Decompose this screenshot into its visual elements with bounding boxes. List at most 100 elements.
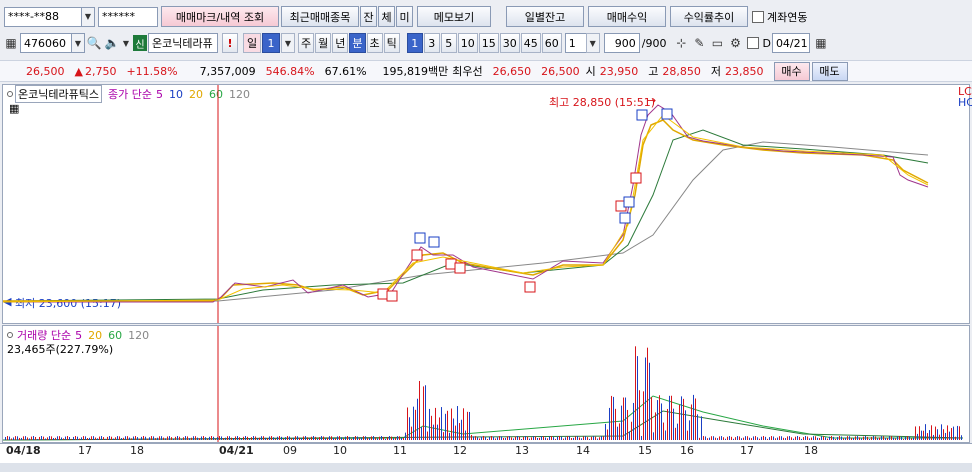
volume-bar	[719, 436, 720, 440]
volume-bar	[357, 436, 358, 440]
sell-button[interactable]: 매도	[811, 61, 848, 81]
interval-1-button[interactable]: 1	[406, 33, 423, 53]
date-label: 16	[680, 444, 694, 457]
interval-3-button[interactable]: 3	[423, 33, 440, 53]
stock-code-field[interactable]: 476060	[20, 33, 72, 53]
interval-10-button[interactable]: 10	[457, 33, 478, 53]
account-dropdown-icon[interactable]: ▼	[81, 6, 95, 27]
period-minute-button[interactable]: 분	[349, 33, 366, 53]
volume-bar	[913, 437, 914, 440]
volume-bar	[597, 438, 598, 440]
executed-button[interactable]: 체	[378, 6, 395, 27]
volume-bar	[577, 436, 578, 440]
volume-bar	[315, 436, 316, 440]
speaker-icon[interactable]: 🔈	[103, 33, 121, 53]
period-day-button[interactable]: 일	[243, 33, 261, 53]
trade-mark-button[interactable]: 매매마크/내역 조회	[161, 6, 279, 27]
volume-bar	[885, 437, 886, 440]
date-label: 12	[453, 444, 467, 457]
search-icon[interactable]: 🔍	[85, 33, 103, 53]
volume-bar	[811, 437, 812, 440]
volume-bar	[475, 436, 476, 440]
volume-bar	[341, 437, 342, 440]
toolbar-row-2: ▦ 476060 ▼ 🔍 🔈 ▼ 신 온코닉테라퓨 ! 일 1 ▼ 주 월 년 …	[4, 33, 972, 53]
volume-bar	[261, 436, 262, 440]
recent-stocks-button[interactable]: 최근매매종목	[281, 6, 359, 27]
grid-icon[interactable]: ▦	[4, 33, 18, 53]
draw-tool-icon[interactable]: ✎	[690, 33, 708, 53]
vol-ma-line	[3, 395, 963, 441]
window-icon[interactable]: ▭	[708, 33, 726, 53]
interval-45-button[interactable]: 45	[520, 33, 541, 53]
volume-bar	[187, 436, 188, 440]
unexecuted-button[interactable]: 미	[396, 6, 413, 27]
interval-5-button[interactable]: 5	[440, 33, 457, 53]
volume-bar	[933, 434, 934, 440]
volume-bar	[75, 436, 76, 440]
volume-bar	[205, 437, 206, 440]
volume-bar	[955, 436, 956, 440]
checkbox-box[interactable]	[752, 10, 764, 23]
period-year-button[interactable]: 년	[332, 33, 349, 53]
volume-bar	[269, 436, 270, 440]
volume-bar	[413, 406, 414, 440]
code-dropdown-icon[interactable]: ▼	[71, 33, 85, 53]
daily-balance-button[interactable]: 일별잔고	[506, 6, 584, 27]
account-link-checkbox[interactable]: 계좌연동	[752, 9, 807, 25]
interval-dropdown-icon[interactable]: ▼	[585, 33, 600, 53]
volume-bar	[793, 438, 794, 440]
volume-bar	[325, 438, 326, 440]
volume-bar	[99, 436, 100, 440]
volume-chart-panel[interactable]: 거래량 단순 5 20 60 120 23,465주(227.79%)	[2, 325, 970, 443]
interval-15-button[interactable]: 15	[478, 33, 499, 53]
interval-select[interactable]: 1	[564, 33, 587, 53]
volume-bar	[185, 436, 186, 440]
volume-chart-svg	[3, 326, 964, 442]
volume-bar	[161, 436, 162, 440]
volume-bar	[957, 425, 958, 440]
volume-bar	[547, 438, 548, 440]
warning-button[interactable]: !	[222, 33, 238, 53]
period-second-button[interactable]: 초	[366, 33, 383, 53]
volume-bar	[881, 436, 882, 440]
period-dropdown-icon[interactable]: ▼	[281, 33, 295, 53]
volume-bar	[511, 437, 512, 440]
volume-bar	[595, 436, 596, 440]
period-month-button[interactable]: 월	[315, 33, 332, 53]
period-number[interactable]: 1	[262, 33, 280, 53]
calendar-icon[interactable]: ▦	[812, 33, 830, 53]
low-label: 저	[710, 65, 722, 78]
volume-bar	[337, 436, 338, 440]
account-number-field[interactable]: ****-**88	[4, 6, 82, 27]
volume-bar	[179, 436, 180, 440]
count-field[interactable]: 900	[603, 33, 640, 53]
horizontal-scrollbar[interactable]	[0, 463, 972, 472]
volume-bar	[619, 423, 620, 440]
volume-bar	[875, 436, 876, 440]
interval-30-button[interactable]: 30	[499, 33, 520, 53]
buy-button[interactable]: 매수	[773, 61, 810, 81]
speaker-dropdown-icon[interactable]: ▼	[121, 33, 131, 53]
volume-bar	[473, 436, 474, 440]
volume-bar	[621, 405, 622, 440]
volume-bar	[375, 437, 376, 440]
price-chart-panel[interactable]: 온코닉테라퓨틱스 종가 단순 5 10 20 60 120 ▦ 최고 28,85…	[2, 84, 972, 324]
volume-bar	[893, 437, 894, 440]
volume-bar	[833, 436, 834, 440]
account-password-field[interactable]: ******	[98, 6, 158, 27]
crosshair-tool-icon[interactable]: ⊹	[672, 33, 690, 53]
volume-bar	[67, 436, 68, 440]
interval-60-button[interactable]: 60	[541, 33, 562, 53]
stock-name-field[interactable]: 온코닉테라퓨	[148, 33, 218, 53]
volume-bar	[219, 436, 220, 440]
trade-profit-button[interactable]: 매매수익	[588, 6, 666, 27]
volume-bar	[571, 438, 572, 440]
period-week-button[interactable]: 주	[298, 33, 315, 53]
date-field[interactable]: 04/21	[771, 33, 810, 53]
profit-trend-button[interactable]: 수익률추이	[670, 6, 748, 27]
period-tick-button[interactable]: 틱	[383, 33, 400, 53]
gear-icon[interactable]: ⚙	[726, 33, 744, 53]
date-checkbox[interactable]	[747, 37, 760, 49]
balance-button[interactable]: 잔	[360, 6, 377, 27]
memo-button[interactable]: 메모보기	[417, 6, 491, 27]
